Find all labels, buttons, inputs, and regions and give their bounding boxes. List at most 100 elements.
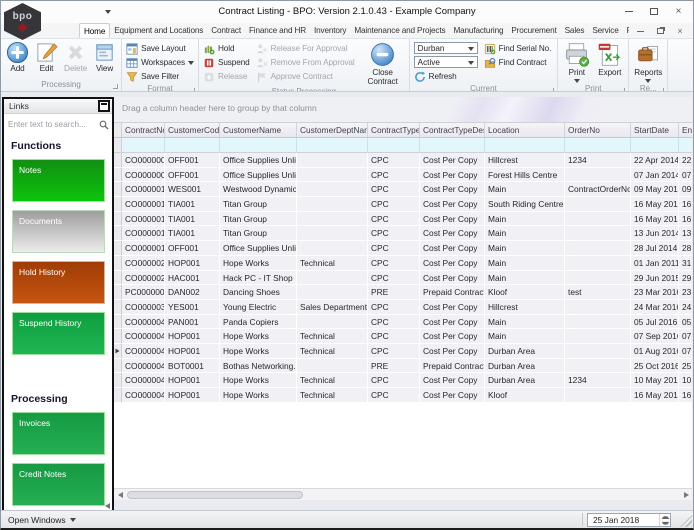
table-row[interactable]: CO0000007OFF001Office Supplies Unli... CP… xyxy=(114,167,692,183)
cell[interactable]: Bothas Networking... xyxy=(220,358,297,374)
table-row[interactable]: CO0000044BOT0001Bothas Networking... PREP… xyxy=(114,358,692,374)
cell[interactable]: CPC xyxy=(368,388,420,403)
cell[interactable]: CO0000011 xyxy=(122,182,165,198)
table-row[interactable]: CO0000042HOP001Hope WorksTechnicalCPCCos… xyxy=(114,329,692,344)
date-spinner[interactable] xyxy=(659,514,670,526)
filter-cell[interactable] xyxy=(420,138,485,152)
table-row[interactable]: CO0000011WES001Westwood Dynamic CPCCost P… xyxy=(114,182,692,198)
cell[interactable]: Cost Per Copy xyxy=(420,388,485,403)
scrollbar-thumb[interactable] xyxy=(127,490,303,499)
tab-sales[interactable]: Sales xyxy=(561,23,589,38)
cell[interactable]: 16 xyxy=(679,388,692,403)
cell[interactable] xyxy=(565,255,631,271)
cell[interactable]: Cost Per Copy xyxy=(420,182,485,198)
cell[interactable] xyxy=(565,358,631,374)
column-header-customername[interactable]: CustomerName xyxy=(220,123,297,137)
workspaces-button[interactable]: Workspaces xyxy=(124,56,196,69)
cell[interactable]: Prepaid Contract xyxy=(420,358,485,374)
cell[interactable]: CO0000006 xyxy=(122,153,165,168)
horizontal-scrollbar[interactable] xyxy=(114,488,692,500)
cell[interactable]: 07 xyxy=(679,167,692,183)
mdi-restore-button[interactable] xyxy=(650,24,670,38)
cell[interactable]: Titan Group xyxy=(220,226,297,242)
cell[interactable]: CPC xyxy=(368,153,420,168)
scrollbar-track[interactable] xyxy=(126,489,680,500)
cell[interactable]: Prepaid Contract xyxy=(420,285,485,300)
cell[interactable]: CO0000028 xyxy=(122,270,165,286)
cell[interactable]: CO0000041 xyxy=(122,314,165,330)
cell[interactable] xyxy=(565,299,631,315)
cell[interactable]: ContractOrderNo xyxy=(565,182,631,198)
column-header-orderno[interactable]: OrderNo xyxy=(565,123,631,137)
cell[interactable]: 05 Jul 2016 xyxy=(631,314,679,330)
cell[interactable] xyxy=(565,197,631,212)
cell[interactable]: Cost Per Copy xyxy=(420,314,485,330)
cell[interactable]: Main xyxy=(485,211,565,227)
cell[interactable] xyxy=(565,329,631,344)
cell[interactable]: Office Supplies Unli... xyxy=(220,241,297,256)
cell[interactable] xyxy=(297,197,368,212)
hold-history-button[interactable]: Hold History xyxy=(12,261,105,304)
cell[interactable]: 16 May 2017 xyxy=(631,388,679,403)
cell[interactable]: PRE xyxy=(368,285,420,300)
cell[interactable]: CPC xyxy=(368,226,420,242)
column-header-enddate[interactable]: EndDate xyxy=(679,123,692,137)
table-row[interactable]: CO0000013TIA001Titan Group CPCCost Per Co… xyxy=(114,197,692,212)
cell[interactable]: HOP001 xyxy=(165,329,220,344)
cell[interactable]: CPC xyxy=(368,329,420,344)
table-row[interactable]: CO0000043HOP001Hope WorksTechnicalCPCCos… xyxy=(114,343,692,359)
cell[interactable]: 13 Jun 2014 xyxy=(631,226,679,242)
cell[interactable]: Durban Area xyxy=(485,343,565,359)
column-header-contractno[interactable]: ContractNo xyxy=(122,123,165,137)
cell[interactable]: TIA001 xyxy=(165,197,220,212)
cell[interactable]: 29 xyxy=(679,270,692,286)
cell[interactable]: Main xyxy=(485,182,565,198)
cell[interactable] xyxy=(565,343,631,359)
cell[interactable]: Cost Per Copy xyxy=(420,299,485,315)
cell[interactable]: HOP001 xyxy=(165,343,220,359)
cell[interactable]: CPC xyxy=(368,373,420,388)
cell[interactable]: CO0000019 xyxy=(122,241,165,256)
cell[interactable]: Hope Works xyxy=(220,373,297,388)
tab-home[interactable]: Home xyxy=(79,23,111,38)
tab-procurement[interactable]: Procurement xyxy=(507,23,560,38)
export-button[interactable]: Export xyxy=(593,40,626,78)
table-row[interactable]: CO0000028HAC001Hack PC - IT Shop CPCCost … xyxy=(114,270,692,286)
filter-cell[interactable] xyxy=(165,138,220,152)
cell[interactable]: 01 Aug 2016 xyxy=(631,343,679,359)
mdi-minimize-button[interactable] xyxy=(630,24,650,38)
open-windows-button[interactable]: Open Windows xyxy=(8,511,76,528)
find-serial-no-button[interactable]: Find Serial No. xyxy=(482,42,554,55)
cell[interactable]: CPC xyxy=(368,167,420,183)
cell[interactable]: Titan Group xyxy=(220,211,297,227)
cell[interactable]: OFF001 xyxy=(165,153,220,168)
cell[interactable]: Titan Group xyxy=(220,197,297,212)
status-filter-select[interactable]: Active xyxy=(413,56,478,68)
cell[interactable]: Technical xyxy=(297,329,368,344)
cell[interactable] xyxy=(565,314,631,330)
table-row[interactable]: CO0000047HOP001Hope WorksTechnicalCPCCos… xyxy=(114,388,692,403)
refresh-button[interactable]: Refresh xyxy=(412,70,480,83)
cell[interactable]: 05 xyxy=(679,314,692,330)
cell[interactable]: Cost Per Copy xyxy=(420,255,485,271)
cell[interactable]: Main xyxy=(485,329,565,344)
cell[interactable]: Durban Area xyxy=(485,373,565,388)
maximize-button[interactable] xyxy=(641,1,666,22)
cell[interactable]: Kloof xyxy=(485,388,565,403)
cell[interactable]: 09 xyxy=(679,182,692,198)
sidebar-scroll-arrow-icon[interactable] xyxy=(105,503,110,509)
view-button[interactable]: View xyxy=(90,40,119,74)
reports-button[interactable]: Reports xyxy=(631,40,665,83)
close-contract-button[interactable]: Close Contract xyxy=(359,40,407,86)
cell[interactable]: Young Electric xyxy=(220,299,297,315)
date-field[interactable]: 25 Jan 2018 xyxy=(587,513,671,527)
cell[interactable]: Office Supplies Unli... xyxy=(220,153,297,168)
add-button[interactable]: Add xyxy=(3,40,32,74)
cell[interactable]: Technical xyxy=(297,388,368,403)
edit-button[interactable]: Edit xyxy=(32,40,61,74)
tab-service[interactable]: Service xyxy=(588,23,622,38)
cell[interactable]: 01 Jan 2011 xyxy=(631,255,679,271)
filter-cell[interactable] xyxy=(122,138,165,152)
cell[interactable]: Cost Per Copy xyxy=(420,226,485,242)
cell[interactable]: PAN001 xyxy=(165,314,220,330)
